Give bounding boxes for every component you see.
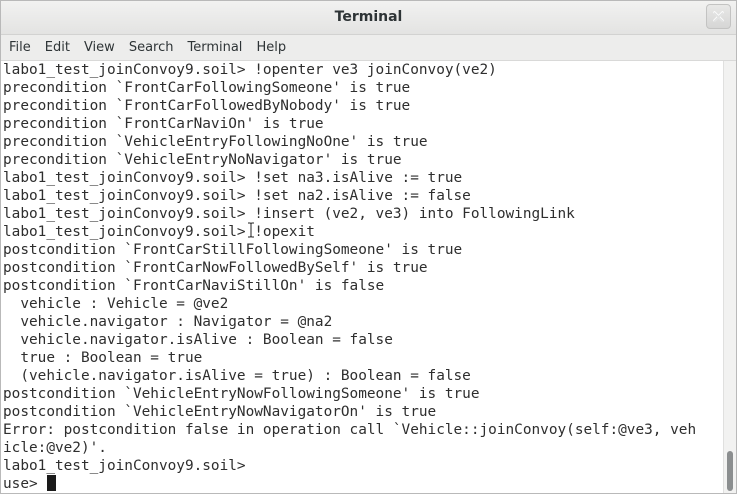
terminal-line: labo1_test_joinConvoy9.soil>: [3, 458, 246, 474]
terminal-line: icle:@ve2)'.: [3, 440, 107, 456]
menu-edit[interactable]: Edit: [38, 35, 77, 60]
terminal-line: (vehicle.navigator.isAlive = true) : Boo…: [3, 368, 471, 384]
prompt-line[interactable]: use>: [1, 475, 723, 493]
terminal-line: vehicle.navigator : Navigator = @na2: [3, 314, 333, 330]
menu-file[interactable]: File: [1, 35, 38, 60]
terminal-line: precondition `FrontCarFollowedByNobody' …: [3, 98, 411, 114]
terminal-line: true : Boolean = true: [3, 350, 203, 366]
prompt-text: use>: [3, 476, 47, 492]
terminal-line: vehicle : Vehicle = @ve2: [3, 296, 229, 312]
terminal-line: postcondition `FrontCarStillFollowingSom…: [3, 242, 463, 258]
window-title: Terminal: [334, 9, 403, 25]
terminal-line: precondition `VehicleEntryFollowingNoOne…: [3, 134, 428, 150]
close-button[interactable]: [706, 4, 731, 29]
terminal-line: postcondition `VehicleEntryNowFollowingS…: [3, 386, 480, 402]
menu-help[interactable]: Help: [249, 35, 293, 60]
menu-terminal[interactable]: Terminal: [180, 35, 249, 60]
terminal-line: vehicle.navigator.isAlive : Boolean = fa…: [3, 332, 393, 348]
terminal-window: Terminal File Edit View Search Terminal …: [0, 0, 737, 494]
terminal-line: postcondition `FrontCarNowFollowedBySelf…: [3, 260, 428, 276]
terminal-output[interactable]: labo1_test_joinConvoy9.soil> !openter ve…: [1, 61, 723, 493]
terminal-line: precondition `FrontCarFollowingSomeone' …: [3, 80, 411, 96]
terminal-line: labo1_test_joinConvoy9.soil> !set na2.is…: [3, 188, 471, 204]
terminal-line: precondition `FrontCarNaviOn' is true: [3, 116, 324, 132]
menu-search[interactable]: Search: [122, 35, 181, 60]
terminal-line: precondition `VehicleEntryNoNavigator' i…: [3, 152, 402, 168]
text-cursor-icon: [248, 222, 254, 238]
terminal-line: Error: postcondition false in operation …: [3, 422, 697, 438]
terminal-line: postcondition `VehicleEntryNowNavigatorO…: [3, 404, 437, 420]
menu-view[interactable]: View: [77, 35, 122, 60]
title-bar[interactable]: Terminal: [1, 1, 736, 35]
terminal-line: labo1_test_joinConvoy9.soil> !insert (ve…: [3, 206, 575, 222]
terminal-line: labo1_test_joinConvoy9.soil> !set na3.is…: [3, 170, 463, 186]
scrollbar-thumb[interactable]: [727, 451, 733, 491]
terminal-line: postcondition `FrontCarNaviStillOn' is f…: [3, 278, 385, 294]
terminal-line: labo1_test_joinConvoy9.soil> !opexit: [3, 224, 315, 240]
vertical-scrollbar[interactable]: [723, 61, 736, 493]
text-cursor: [47, 475, 57, 491]
close-icon: [713, 11, 724, 22]
terminal-line: labo1_test_joinConvoy9.soil> !openter ve…: [3, 62, 497, 78]
menu-bar: File Edit View Search Terminal Help: [1, 35, 736, 61]
